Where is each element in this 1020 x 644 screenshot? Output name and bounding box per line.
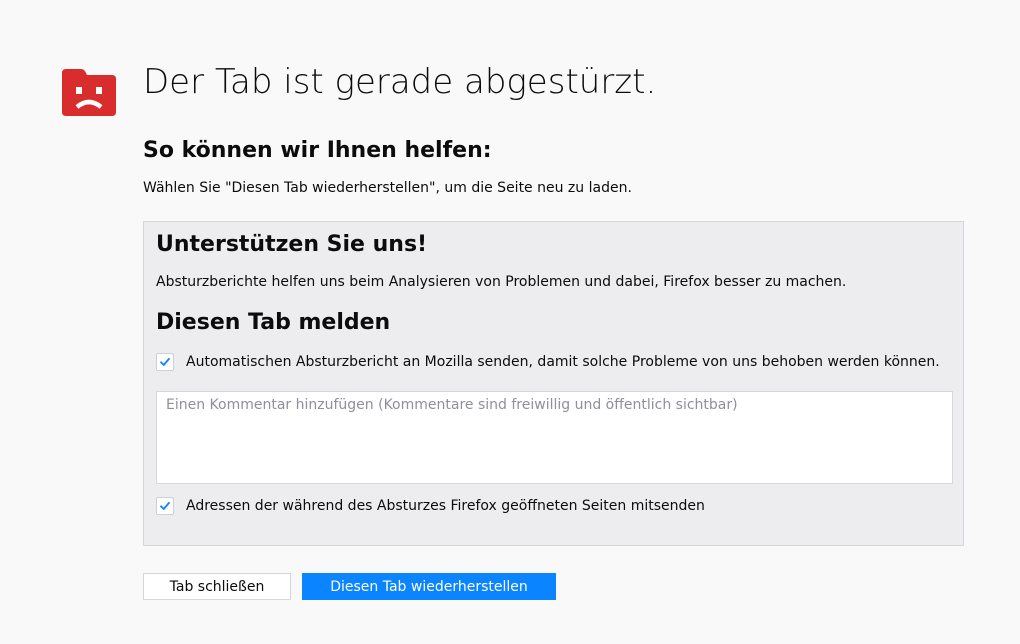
send-report-option[interactable]: Automatischen Absturzbericht an Mozilla …: [156, 353, 940, 371]
help-heading: So können wir Ihnen helfen:: [143, 138, 492, 163]
close-tab-button[interactable]: Tab schließen: [143, 573, 291, 600]
checkmark-icon: [160, 501, 170, 510]
help-text: Wählen Sie "Diesen Tab wiederherstellen"…: [143, 180, 632, 196]
include-urls-checkbox[interactable]: [156, 497, 174, 515]
page-title: Der Tab ist gerade abgestürzt.: [143, 62, 657, 102]
include-urls-option[interactable]: Adressen der während des Absturzes Firef…: [156, 497, 705, 515]
report-tab-heading: Diesen Tab melden: [156, 310, 391, 335]
support-heading: Unterstützen Sie uns!: [156, 232, 428, 257]
send-report-checkbox[interactable]: [156, 353, 174, 371]
comment-input[interactable]: [156, 391, 953, 484]
sad-tab-icon: [62, 69, 116, 116]
send-report-label: Automatischen Absturzbericht an Mozilla …: [186, 354, 940, 370]
restore-tab-button[interactable]: Diesen Tab wiederherstellen: [302, 573, 556, 600]
crash-report-panel: Unterstützen Sie uns! Absturzberichte he…: [143, 221, 964, 546]
checkmark-icon: [160, 357, 170, 366]
include-urls-label: Adressen der während des Absturzes Firef…: [186, 498, 705, 514]
support-text: Absturzberichte helfen uns beim Analysie…: [156, 274, 847, 290]
